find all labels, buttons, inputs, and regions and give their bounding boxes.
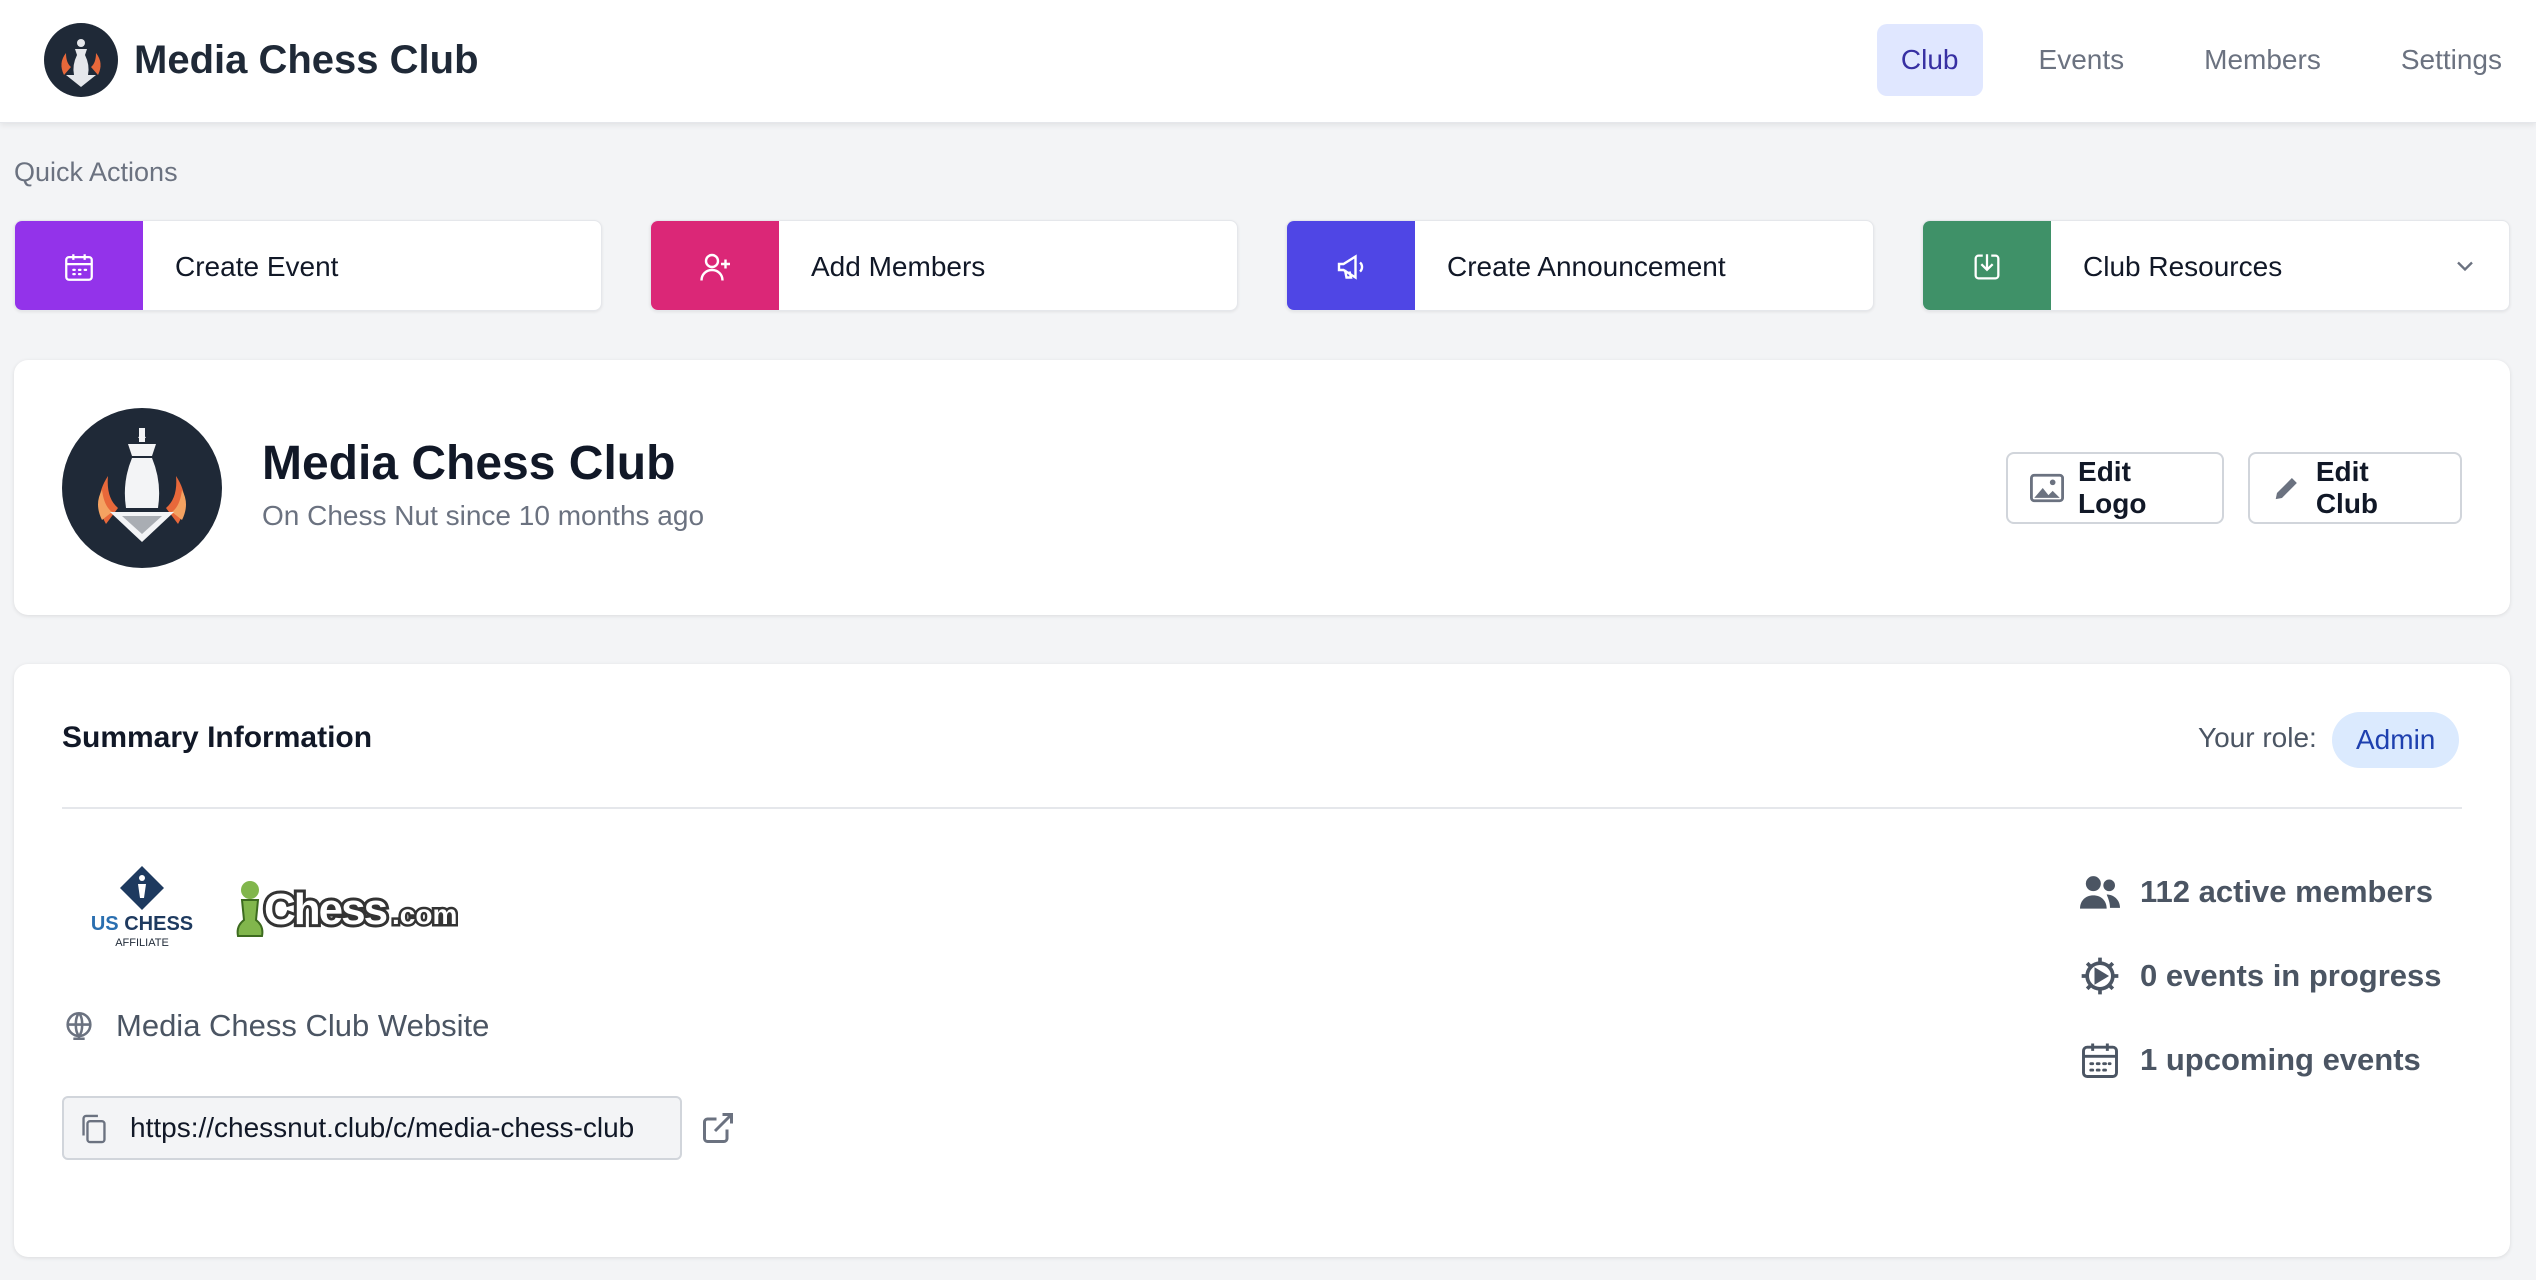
summary-card: Summary Information Your role: Admin US … xyxy=(14,664,2510,1257)
svg-text:AFFILIATE: AFFILIATE xyxy=(115,937,169,949)
stat-events-in-progress: 0 events in progress xyxy=(2078,952,2442,1000)
quick-actions-heading: Quick Actions xyxy=(14,157,178,187)
website-link[interactable]: Media Chess Club Website xyxy=(116,1008,489,1044)
create-announcement-label: Create Announcement xyxy=(1447,251,1726,282)
svg-text:Chess: Chess xyxy=(264,885,387,934)
stat-active-members: 112 active members xyxy=(2078,868,2442,916)
stat-upcoming-events-text: 1 upcoming events xyxy=(2140,1042,2421,1077)
top-navbar: Media Chess Club Club Events Members Set… xyxy=(0,0,2536,123)
website-row[interactable]: Media Chess Club Website xyxy=(62,1002,489,1050)
nav-tab-members[interactable]: Members xyxy=(2180,24,2345,96)
nav-tab-settings[interactable]: Settings xyxy=(2377,24,2526,96)
club-stats: 112 active members 0 events in progress … xyxy=(2078,868,2442,1120)
edit-logo-button[interactable]: Edit Logo xyxy=(2006,452,2224,524)
chess-com-logo[interactable]: Chess .com xyxy=(232,870,460,946)
svg-text:US CHESS: US CHESS xyxy=(91,913,193,935)
club-url-field[interactable]: https://chessnut.club/c/media-chess-club xyxy=(62,1096,682,1160)
club-resources-dropdown[interactable]: Club Resources xyxy=(1922,220,2510,311)
app-title[interactable]: Media Chess Club xyxy=(134,32,479,88)
club-url-text[interactable]: https://chessnut.club/c/media-chess-club xyxy=(130,1098,634,1158)
stat-active-members-text: 112 active members xyxy=(2140,874,2433,909)
divider xyxy=(62,807,2462,809)
club-profile-card: Media Chess Club On Chess Nut since 10 m… xyxy=(14,360,2510,615)
stat-upcoming-events: 1 upcoming events xyxy=(2078,1036,2442,1084)
summary-heading: Summary Information xyxy=(62,721,373,754)
svg-text:.com: .com xyxy=(392,899,457,930)
progress-gear-icon xyxy=(2081,957,2119,995)
user-plus-icon xyxy=(651,221,779,310)
club-since-text: On Chess Nut since 10 months ago xyxy=(262,500,705,531)
create-event-button[interactable]: Create Event xyxy=(14,220,602,311)
external-link-icon[interactable] xyxy=(700,1110,736,1151)
club-logo-icon[interactable] xyxy=(44,23,118,97)
nav-tab-events[interactable]: Events xyxy=(2015,24,2149,96)
calendar-icon xyxy=(2082,1043,2118,1078)
add-members-label: Add Members xyxy=(811,251,986,282)
role-label: Your role: xyxy=(2198,722,2317,753)
main-nav: Club Events Members Settings xyxy=(1845,24,2526,96)
stat-events-in-progress-text: 0 events in progress xyxy=(2140,958,2442,993)
calendar-icon xyxy=(15,221,143,310)
create-announcement-button[interactable]: Create Announcement xyxy=(1286,220,1874,311)
club-resources-label: Club Resources xyxy=(2083,251,2283,282)
quick-actions-row: Create Event Add Members Create Announce… xyxy=(14,220,2510,311)
add-members-button[interactable]: Add Members xyxy=(650,220,1238,311)
image-icon xyxy=(2030,473,2065,503)
role-badge: Admin xyxy=(2332,712,2460,768)
club-name-heading: Media Chess Club xyxy=(262,437,676,490)
edit-club-button[interactable]: Edit Club xyxy=(2248,452,2462,524)
copy-icon[interactable] xyxy=(78,1112,110,1151)
create-event-label: Create Event xyxy=(175,251,339,282)
download-icon xyxy=(1923,221,2051,310)
us-chess-affiliate-logo[interactable]: US CHESS AFFILIATE xyxy=(72,864,212,954)
pencil-icon xyxy=(2275,478,2297,500)
users-icon xyxy=(2080,876,2120,909)
megaphone-icon xyxy=(1287,221,1415,310)
club-avatar xyxy=(62,408,222,568)
edit-logo-label: Edit Logo xyxy=(2078,456,2147,519)
globe-icon xyxy=(66,1011,92,1041)
chevron-down-icon[interactable] xyxy=(2451,252,2479,285)
edit-club-label: Edit Club xyxy=(2315,456,2379,519)
nav-tab-club[interactable]: Club xyxy=(1876,24,1983,96)
